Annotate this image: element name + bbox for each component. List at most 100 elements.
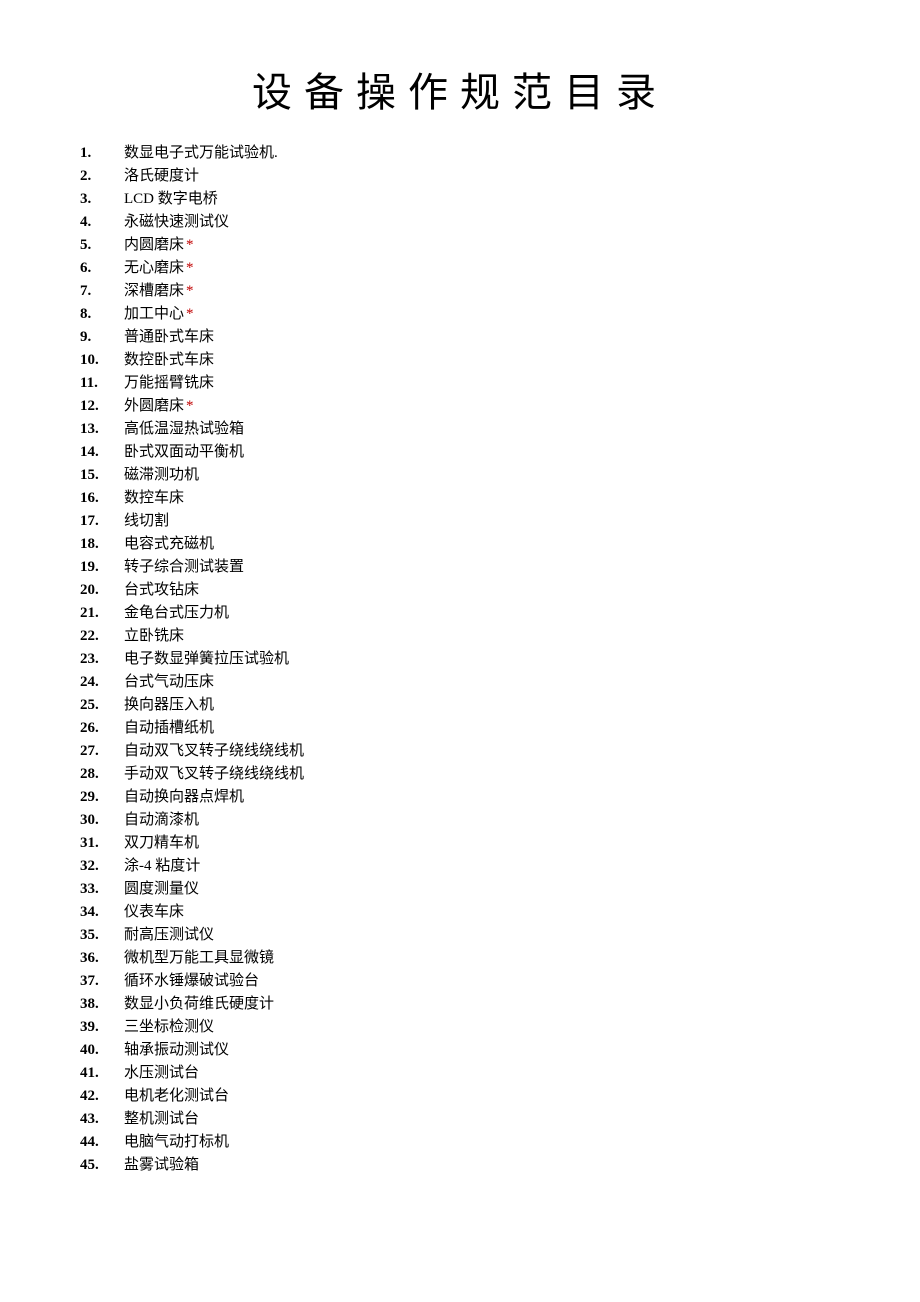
list-item: 35.耐高压测试仪 xyxy=(80,924,840,947)
item-number: 5. xyxy=(80,234,124,257)
list-item: 7.深槽磨床* xyxy=(80,280,840,303)
list-item: 41.水压测试台 xyxy=(80,1062,840,1085)
list-item: 40.轴承振动测试仪 xyxy=(80,1039,840,1062)
item-number: 19. xyxy=(80,556,124,579)
item-text: 三坐标检测仪 xyxy=(124,1016,214,1039)
item-number: 6. xyxy=(80,257,124,280)
list-item: 13.高低温湿热试验箱 xyxy=(80,418,840,441)
item-number: 30. xyxy=(80,809,124,832)
list-item: 3.LCD 数字电桥 xyxy=(80,188,840,211)
item-number: 26. xyxy=(80,717,124,740)
list-item: 45.盐雾试验箱 xyxy=(80,1154,840,1177)
item-text: 耐高压测试仪 xyxy=(124,924,214,947)
item-text: 手动双飞叉转子绕线绕线机 xyxy=(124,763,304,786)
list-item: 36.微机型万能工具显微镜 xyxy=(80,947,840,970)
item-number: 33. xyxy=(80,878,124,901)
item-text: 无心磨床 xyxy=(124,257,184,280)
item-text: 数控卧式车床 xyxy=(124,349,214,372)
item-text: 立卧铣床 xyxy=(124,625,184,648)
item-number: 7. xyxy=(80,280,124,303)
list-item: 32.涂-4 粘度计 xyxy=(80,855,840,878)
item-number: 36. xyxy=(80,947,124,970)
item-text: 换向器压入机 xyxy=(124,694,214,717)
list-item: 24.台式气动压床 xyxy=(80,671,840,694)
item-number: 32. xyxy=(80,855,124,878)
item-number: 34. xyxy=(80,901,124,924)
item-text: 永磁快速测试仪 xyxy=(124,211,229,234)
item-text: 双刀精车机 xyxy=(124,832,199,855)
item-text: 自动双飞叉转子绕线绕线机 xyxy=(124,740,304,763)
page-title: 设备操作规范目录 xyxy=(80,60,840,118)
document-page: 设备操作规范目录 1.数显电子式万能试验机.2.洛氏硬度计3.LCD 数字电桥4… xyxy=(0,0,920,1217)
item-text: 仪表车床 xyxy=(124,901,184,924)
item-text: 万能摇臂铣床 xyxy=(124,372,214,395)
item-number: 24. xyxy=(80,671,124,694)
asterisk-icon: * xyxy=(186,280,194,303)
item-number: 1. xyxy=(80,142,124,165)
item-number: 23. xyxy=(80,648,124,671)
item-text: 加工中心 xyxy=(124,303,184,326)
list-item: 27.自动双飞叉转子绕线绕线机 xyxy=(80,740,840,763)
item-text: 圆度测量仪 xyxy=(124,878,199,901)
list-item: 25.换向器压入机 xyxy=(80,694,840,717)
list-item: 18.电容式充磁机 xyxy=(80,533,840,556)
item-number: 39. xyxy=(80,1016,124,1039)
item-text: 磁滞测功机 xyxy=(124,464,199,487)
item-number: 42. xyxy=(80,1085,124,1108)
item-text: 电子数显弹簧拉压试验机 xyxy=(124,648,289,671)
list-item: 2.洛氏硬度计 xyxy=(80,165,840,188)
list-item: 11.万能摇臂铣床 xyxy=(80,372,840,395)
list-item: 21.金龟台式压力机 xyxy=(80,602,840,625)
list-item: 37.循环水锤爆破试验台 xyxy=(80,970,840,993)
item-text: 微机型万能工具显微镜 xyxy=(124,947,274,970)
list-item: 20.台式攻钻床 xyxy=(80,579,840,602)
item-number: 18. xyxy=(80,533,124,556)
item-number: 16. xyxy=(80,487,124,510)
item-number: 21. xyxy=(80,602,124,625)
item-number: 41. xyxy=(80,1062,124,1085)
item-number: 2. xyxy=(80,165,124,188)
list-item: 34.仪表车床 xyxy=(80,901,840,924)
list-item: 12.外圆磨床 * xyxy=(80,395,840,418)
list-item: 28.手动双飞叉转子绕线绕线机 xyxy=(80,763,840,786)
item-text: 电容式充磁机 xyxy=(124,533,214,556)
item-text: 台式气动压床 xyxy=(124,671,214,694)
item-number: 13. xyxy=(80,418,124,441)
item-number: 43. xyxy=(80,1108,124,1131)
item-number: 17. xyxy=(80,510,124,533)
item-text: 洛氏硬度计 xyxy=(124,165,199,188)
asterisk-icon: * xyxy=(186,303,194,326)
list-item: 9.普通卧式车床 xyxy=(80,326,840,349)
item-number: 3. xyxy=(80,188,124,211)
list-item: 6.无心磨床 * xyxy=(80,257,840,280)
item-number: 22. xyxy=(80,625,124,648)
item-text: 内圆磨床 xyxy=(124,234,184,257)
list-item: 16.数控车床 xyxy=(80,487,840,510)
list-item: 44.电脑气动打标机 xyxy=(80,1131,840,1154)
item-number: 11. xyxy=(80,372,124,395)
item-text: 电机老化测试台 xyxy=(124,1085,229,1108)
item-text: 卧式双面动平衡机 xyxy=(124,441,244,464)
item-number: 20. xyxy=(80,579,124,602)
item-number: 9. xyxy=(80,326,124,349)
item-text: 涂-4 粘度计 xyxy=(124,855,200,878)
list-item: 15.磁滞测功机 xyxy=(80,464,840,487)
item-number: 15. xyxy=(80,464,124,487)
item-number: 10. xyxy=(80,349,124,372)
item-number: 25. xyxy=(80,694,124,717)
asterisk-icon: * xyxy=(186,234,194,257)
list-item: 26.自动插槽纸机 xyxy=(80,717,840,740)
item-text: 电脑气动打标机 xyxy=(124,1131,229,1154)
list-item: 42.电机老化测试台 xyxy=(80,1085,840,1108)
item-number: 29. xyxy=(80,786,124,809)
item-text: 外圆磨床 xyxy=(124,395,184,418)
item-text: 轴承振动测试仪 xyxy=(124,1039,229,1062)
list-item: 8.加工中心* xyxy=(80,303,840,326)
list-item: 5.内圆磨床 * xyxy=(80,234,840,257)
list-item: 23.电子数显弹簧拉压试验机 xyxy=(80,648,840,671)
item-text: 自动插槽纸机 xyxy=(124,717,214,740)
item-number: 38. xyxy=(80,993,124,1016)
list-item: 29.自动换向器点焊机 xyxy=(80,786,840,809)
item-number: 12. xyxy=(80,395,124,418)
item-text: 普通卧式车床 xyxy=(124,326,214,349)
